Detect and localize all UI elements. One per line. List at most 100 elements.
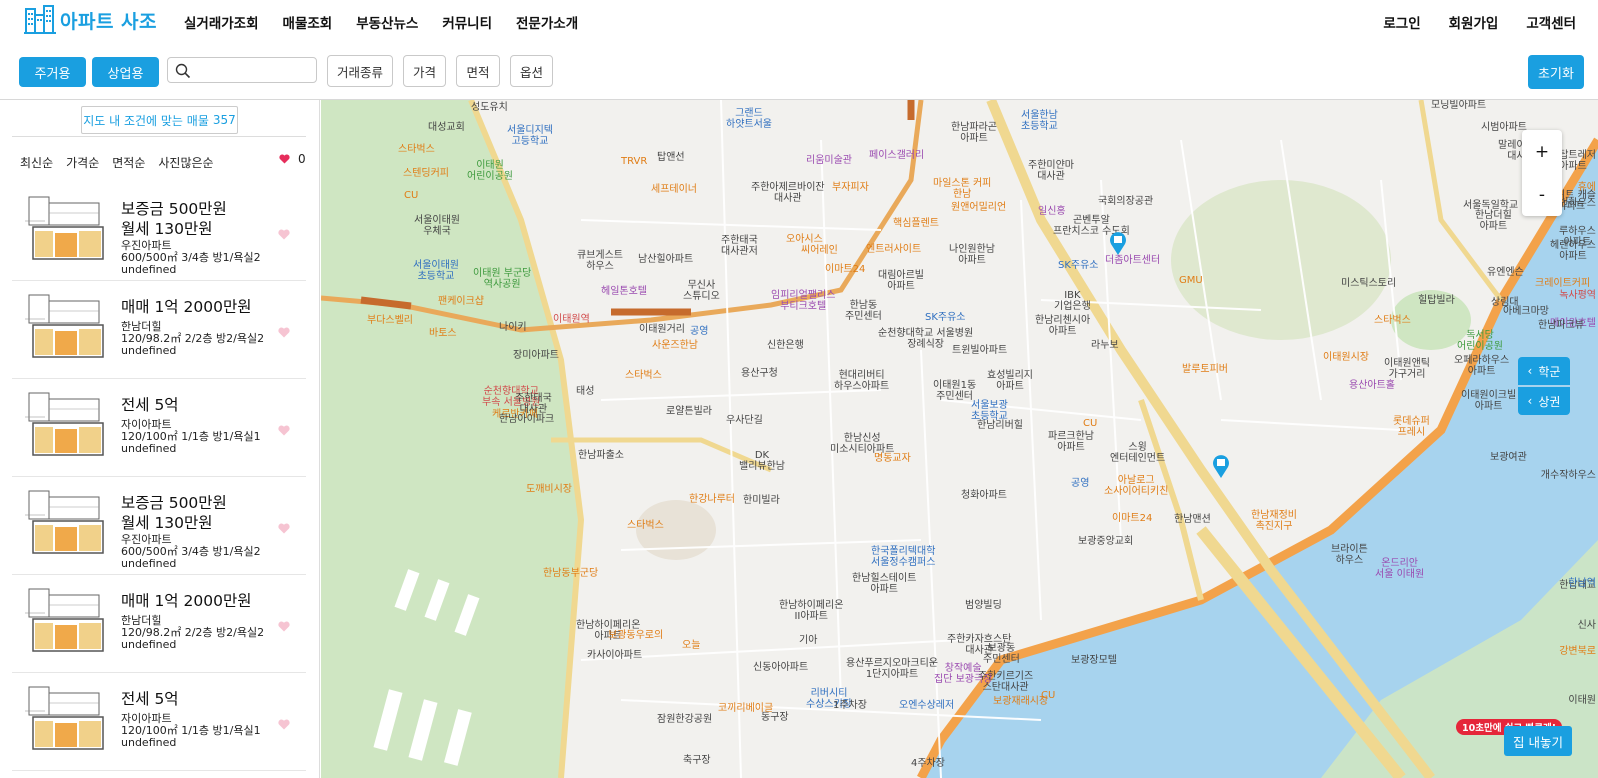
map-place-label[interactable]: 범양빌딩 [965,600,1002,611]
map-place-label[interactable]: 이태원 어린이공원 [467,160,513,182]
map-place-label[interactable]: 명동교자 [874,453,911,464]
listing-item[interactable]: 전세 5억 자이아파트 120/100㎡ 1/1층 방1/욕실1 undefin… [12,673,306,771]
map-place-label[interactable]: 서울이태원 우체국 [414,215,460,237]
list-house-button[interactable]: 집 내놓기 [1504,726,1572,756]
map-place-label[interactable]: 나인원한남 아파트 [949,244,995,266]
logo[interactable]: 아파트 사조 [24,5,157,35]
map-place-label[interactable]: 스타벅스 [625,370,662,381]
favorite-heart-icon[interactable] [278,421,290,440]
map-pin-icon[interactable] [1108,230,1128,256]
map-place-label[interactable]: 부다스벨리 [367,315,413,326]
map-place-label[interactable]: 서울이태원 초등학교 [413,260,459,282]
listing-item[interactable]: 전세 5억 자이아파트 120/100㎡ 1/1층 방1/욕실1 undefin… [12,379,306,477]
map-place-label[interactable]: 마일스톤 커피 한남 [933,178,991,200]
map-place-label[interactable]: 녹사평역 [1559,290,1596,301]
map-place-label[interactable]: 발루토피버 [1182,364,1228,375]
map-place-label[interactable]: 현대리버티 하우스아파트 [834,370,889,392]
map-place-label[interactable]: 모닝빌아파트 [1431,100,1486,111]
map-place-label[interactable]: 한남아이파크 [499,414,554,425]
map-place-label[interactable]: 이마트24 [1112,513,1152,524]
map-place-label[interactable]: 보광중앙교회 [1078,536,1133,547]
favorite-heart-icon[interactable] [278,715,290,734]
map-place-label[interactable]: 보광재래시장 [993,696,1048,707]
map-place-label[interactable]: 팬케이크샵 [438,296,484,307]
map-place-label[interactable]: 도깨비시장 [526,484,572,495]
listing-item[interactable]: 매매 1억 2000만원 한남더힐 120/98.2㎡ 2/2층 방2/욕실2 … [12,281,306,379]
map-place-label[interactable]: CU [1083,418,1097,429]
map-place-label[interactable]: CU [404,190,418,201]
map-place-label[interactable]: IBK 기업은행 [1054,290,1091,312]
map-place-label[interactable]: 한남파크뷰 [1538,320,1584,331]
map-place-label[interactable]: 한남리버힐 [977,420,1023,431]
map-place-label[interactable]: 탑앤선 [657,152,685,163]
map-place-label[interactable]: 신동아아파트 [753,662,808,673]
map-place-label[interactable]: 국회의장공관 [1098,196,1153,207]
map-place-label[interactable]: 이마트24 [825,264,865,275]
favorite-heart-icon[interactable] [278,225,290,244]
menu-experts[interactable]: 전문가소개 [516,12,578,32]
sort-price[interactable]: 가격순 [66,154,99,171]
map-place-label[interactable]: 씨어레인 [801,245,838,256]
residential-button[interactable]: 주거용 [19,57,86,87]
map-place-label[interactable]: 한남파출소 [578,450,624,461]
favorites-counter[interactable]: 0 [279,152,306,166]
map-place-label[interactable]: 보광장모텔 [1071,655,1117,666]
map-place-label[interactable]: 한남동부군당 [543,568,598,579]
map-place-label[interactable]: 용산구청 [741,368,778,379]
map-place-label[interactable]: 아날로그 소사이어티키친 [1104,475,1168,497]
map-place-label[interactable]: 4주차장 [911,758,945,769]
map-place-label[interactable]: 세프테이너 [651,184,697,195]
menu-community[interactable]: 커뮤니티 [442,12,492,32]
listing-item[interactable]: 보증금 500만원 월세 130만원 우진아파트 600/500㎡ 3/4층 방… [12,477,306,575]
map-place-label[interactable]: 보광동 주민센터 [983,643,1020,665]
deal-type-button[interactable]: 거래종류 [327,55,393,87]
map-place-label[interactable]: 바토스 [429,328,457,339]
map-place-label[interactable]: 유엔엔슨 [1487,267,1524,278]
map-place-label[interactable]: 한남재정비 촉진지구 [1251,510,1297,532]
menu-listings[interactable]: 매물조회 [283,12,333,32]
map-place-label[interactable]: 나이키 [499,322,527,333]
map-place-label[interactable]: 이태원 [1568,695,1596,706]
map-place-label[interactable]: 한남역 [1568,578,1596,589]
map-place-label[interactable]: 한남파라곤 아파트 [951,122,997,144]
menu-news[interactable]: 부동산뉴스 [356,12,418,32]
map-place-label[interactable]: 사운즈한남 [652,340,698,351]
map-place-label[interactable]: 아베크마망 [1503,306,1549,317]
map-place-label[interactable]: 동구장 [761,712,789,723]
map-place-label[interactable]: 서울보광 초등학교 [971,400,1008,422]
map-place-label[interactable]: 강변북로 [1559,646,1596,657]
map-place-label[interactable]: 한남하이페리온 II아파트 [779,600,843,622]
map-place-label[interactable]: 큐브게스트 하우스 [577,250,623,272]
map-place-label[interactable]: 축구장 [683,755,711,766]
map-place-label[interactable]: 한남더힐 아파트 [1475,210,1512,232]
map-place-label[interactable]: 태성 [576,386,594,397]
map-place-label[interactable]: 더좀아트센터 [1105,255,1160,266]
menu-real-price[interactable]: 실거래가조회 [184,12,259,32]
map-place-label[interactable]: 힐탑빌라 [1418,295,1455,306]
school-district-tab[interactable]: ‹ 학군 [1518,357,1570,385]
map-place-label[interactable]: 이태원시장 [1323,352,1369,363]
map-place-label[interactable]: 오아시스 [786,234,823,245]
map-place-label[interactable]: 청화아파트 [961,490,1007,501]
map-place-label[interactable]: 스타벅스 [1374,315,1411,326]
map-place-label[interactable]: CU [1041,690,1055,701]
commercial-button[interactable]: 상업용 [92,57,159,87]
map-place-label[interactable]: 한남리첸시아 아파트 [1035,315,1090,337]
map-place-label[interactable]: 스타벅스 [627,520,664,531]
map-place-label[interactable]: 무신사 스튜디오 [683,280,720,302]
map-place-label[interactable]: 신한은행 [767,340,804,351]
map-place-label[interactable]: 파르크한남 아파트 [1048,431,1094,453]
map-place-label[interactable]: 한남맨션 [1174,514,1211,525]
map-place-label[interactable]: 이태원1동 주민센터 [933,380,976,402]
map-place-label[interactable]: 보광여관 [1490,452,1527,463]
map-place-label[interactable]: 핵심플렌트 [893,218,939,229]
support-link[interactable]: 고객센터 [1526,12,1576,32]
map-place-label[interactable]: 독서당 어린이공원 [1457,330,1503,352]
zoom-in-button[interactable]: + [1522,130,1562,173]
map-place-label[interactable]: 주한태국 대사관 [515,393,552,415]
map-place-label[interactable]: 용산아트홀 [1349,380,1395,391]
map-place-label[interactable]: 한강나루터 [689,494,735,505]
map-place-label[interactable]: 로얄튼빌라 [666,406,712,417]
map-place-label[interactable]: 스텐딩커피 [403,168,449,179]
map-place-label[interactable]: 이태원이크빌 아파트 [1461,390,1516,412]
